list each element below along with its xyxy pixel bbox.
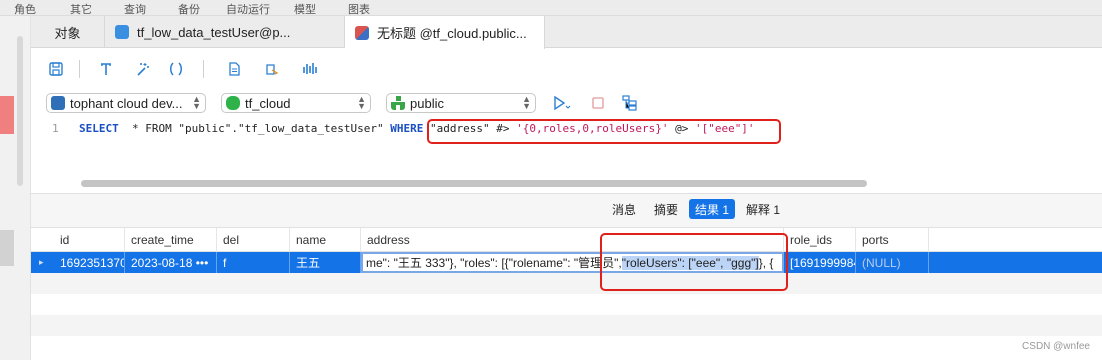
menu-item-automation[interactable]: 自动运行	[226, 1, 270, 17]
result-tab-bar: 消息 摘要 结果 1 解释 1	[31, 194, 1102, 228]
connection-selector-row: tophant cloud dev... ▲ ▼ tf_cloud ▲ ▼ publ…	[31, 90, 1102, 116]
address-text: me": "王五 333"}, "roles": [{"rolename": "…	[366, 256, 622, 270]
menu-item-query[interactable]: 查询	[124, 1, 146, 17]
watermark: CSDN @wnfee	[1022, 341, 1090, 352]
tab-label: 对象	[54, 25, 81, 41]
schema-select[interactable]: public ▲ ▼	[386, 93, 536, 113]
row-marker-icon: ▸	[39, 257, 44, 267]
column-header-ports[interactable]: ports	[856, 228, 929, 252]
sql-table-name: "public"."tf_low_data_testUser"	[178, 122, 391, 135]
left-gutter	[0, 16, 31, 360]
menu-item-chart[interactable]: 图表	[348, 1, 370, 17]
result-grid: id create_time del name address role_ids…	[31, 228, 1102, 360]
left-scrollbar[interactable]	[17, 36, 23, 186]
toolbar-separator	[79, 60, 80, 78]
explain-icon[interactable]	[619, 92, 641, 114]
run-icon[interactable]	[551, 92, 573, 114]
connection-select[interactable]: tophant cloud dev... ▲ ▼	[46, 93, 206, 113]
row-marker	[0, 230, 14, 266]
tab-explain-1[interactable]: 解释 1	[740, 199, 786, 219]
cell-role-ids[interactable]: [1691999984	[784, 252, 856, 273]
tab-bar: 对象 tf_low_data_testUser@p... 无标题 @tf_clo…	[31, 16, 1102, 49]
document-icon[interactable]	[223, 58, 245, 80]
column-header-id[interactable]: id	[54, 228, 125, 252]
sql-where-keyword: WHERE	[390, 122, 424, 135]
chevron-updown-icon: ▲ ▼	[357, 94, 366, 111]
horizontal-scrollbar[interactable]	[81, 180, 867, 187]
cell-create-time[interactable]: 2023-08-18 •••	[125, 252, 217, 273]
database-icon	[226, 96, 240, 110]
tab-label: tf_low_data_testUser@p...	[137, 24, 291, 40]
database-value: tf_cloud	[245, 95, 291, 111]
selection-marker	[0, 96, 14, 134]
query-icon	[355, 25, 369, 40]
annotation-box-query	[427, 119, 781, 144]
connection-value: tophant cloud dev...	[70, 95, 183, 111]
table-row-empty	[31, 336, 1102, 357]
table-row[interactable]: ▸ 16923513706 2023-08-18 ••• f 王五 me": "…	[31, 252, 1102, 273]
cell-name[interactable]: 王五	[290, 252, 361, 273]
save-icon[interactable]	[45, 58, 67, 80]
grid-header: id create_time del name address role_ids…	[31, 228, 1102, 252]
annotation-box-result	[600, 233, 788, 291]
cell-ports[interactable]: (NULL)	[856, 252, 929, 273]
magic-wand-icon[interactable]	[131, 58, 153, 80]
cell-del[interactable]: f	[217, 252, 290, 273]
toolbar	[31, 48, 1102, 90]
create-time-value: 2023-08-18	[131, 255, 193, 270]
parentheses-icon[interactable]	[165, 58, 187, 80]
tab-messages[interactable]: 消息	[606, 199, 642, 219]
menu-item-other[interactable]: 其它	[70, 1, 92, 17]
toolbar-separator	[203, 60, 204, 78]
column-header-create-time[interactable]: create_time	[125, 228, 217, 252]
schema-icon	[391, 96, 405, 110]
table-row-empty	[31, 273, 1102, 294]
table-row-empty	[31, 315, 1102, 336]
menu-item-backup[interactable]: 备份	[178, 1, 200, 17]
database-select[interactable]: tf_cloud ▲ ▼	[221, 93, 371, 113]
column-header-name[interactable]: name	[290, 228, 361, 252]
table-icon	[115, 25, 129, 39]
chart-icon[interactable]	[299, 58, 321, 80]
cell-id[interactable]: 16923513706	[54, 252, 125, 273]
more-icon[interactable]: •••	[196, 256, 209, 270]
tab-label: 无标题 @tf_cloud.public...	[377, 26, 527, 41]
stop-icon[interactable]	[587, 92, 609, 114]
tab-result-1[interactable]: 结果 1	[689, 199, 736, 219]
chevron-updown-icon: ▲ ▼	[522, 94, 531, 111]
menu-item-role[interactable]: 角色	[14, 1, 36, 17]
menu-bar: 角色 其它 查询 备份 自动运行 模型 图表	[0, 0, 1102, 16]
export-icon[interactable]	[261, 58, 283, 80]
tab-summary[interactable]: 摘要	[648, 199, 684, 219]
column-header-del[interactable]: del	[217, 228, 290, 252]
menu-item-model[interactable]: 模型	[294, 1, 316, 17]
postgres-icon	[51, 96, 65, 110]
line-number: 1	[52, 122, 59, 135]
sql-star-from: * FROM	[118, 122, 179, 135]
chevron-updown-icon: ▲ ▼	[192, 94, 201, 111]
column-header-role-ids[interactable]: role_ids	[784, 228, 856, 252]
tab-table[interactable]: tf_low_data_testUser@p...	[105, 16, 345, 48]
sql-select-keyword: SELECT	[79, 122, 119, 135]
tab-objects[interactable]: 对象	[31, 16, 105, 48]
table-row-empty	[31, 294, 1102, 315]
format-icon[interactable]	[95, 58, 117, 80]
schema-value: public	[410, 95, 444, 111]
tab-query[interactable]: 无标题 @tf_cloud.public...	[345, 16, 545, 49]
